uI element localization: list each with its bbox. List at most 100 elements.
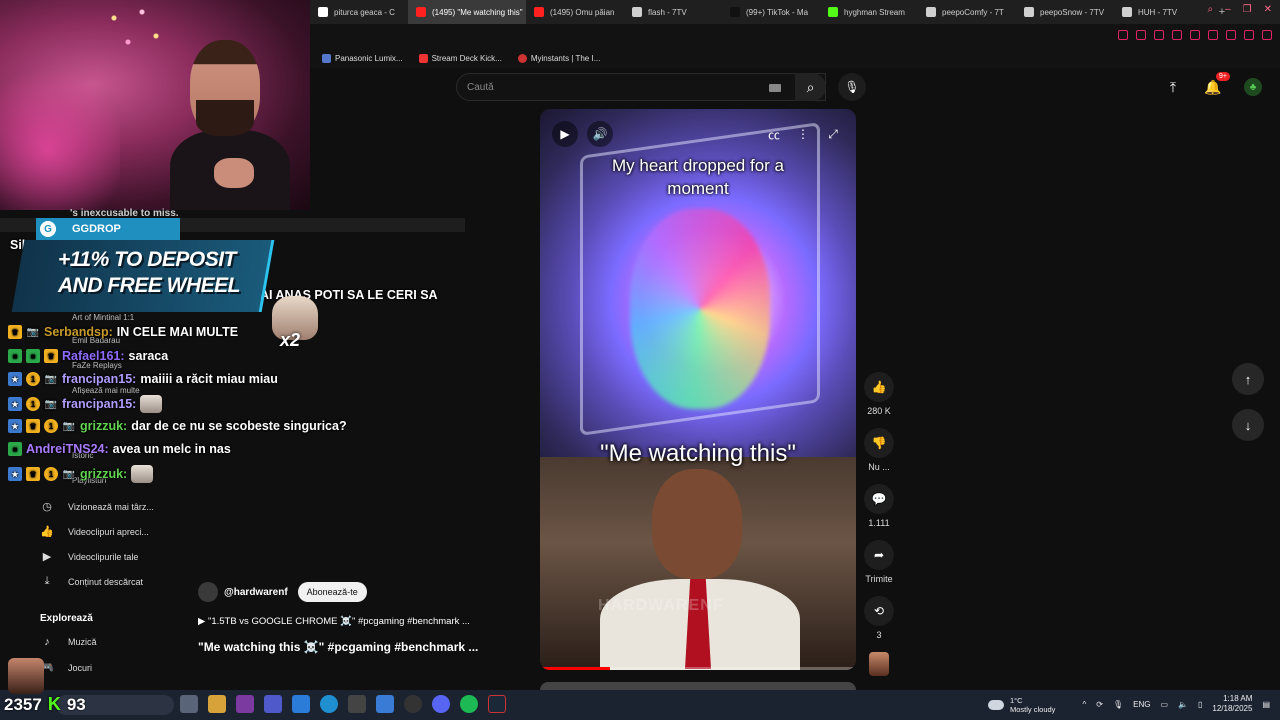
bookmark-myinstants[interactable]: Myinstants | The I...	[517, 53, 601, 63]
shield-icon[interactable]	[1154, 30, 1164, 40]
sidebar-item-liked[interactable]: 👍 Videoclipuri apreci...	[40, 525, 149, 538]
pin-icon[interactable]	[1118, 30, 1128, 40]
close-icon[interactable]: ✕	[1264, 4, 1272, 15]
share-button[interactable]: ➦	[864, 540, 894, 570]
app-icon[interactable]	[292, 695, 310, 713]
short-video-player[interactable]: HARDWARENF My heart dropped for a moment…	[540, 109, 856, 670]
sidebar-item-watch-later[interactable]: ◷ Vizionează mai târz...	[40, 500, 154, 513]
notifications-button[interactable]: 🔔 9+	[1202, 72, 1230, 98]
sidebar-item-music[interactable]: ♪ Muzică	[40, 636, 96, 648]
chat-username[interactable]: Serbandsp:	[44, 325, 113, 339]
volume-button[interactable]: 🔊	[587, 121, 613, 147]
play-icon[interactable]	[1172, 30, 1182, 40]
next-short-button[interactable]: ↓	[1232, 409, 1264, 441]
chat-username[interactable]: grizzuk:	[80, 467, 127, 481]
subscribe-button[interactable]: Abonează-te	[297, 582, 367, 602]
chat-username[interactable]: francipan15:	[62, 372, 136, 386]
music-icon: ♪	[44, 636, 50, 648]
voice-search-button[interactable]: 🎙	[838, 73, 866, 101]
account-button[interactable]: ♣	[1242, 76, 1264, 98]
notifications-tray-icon[interactable]: ▤	[1262, 700, 1270, 709]
fairy-lights	[100, 0, 170, 60]
sync-icon[interactable]: ⟳	[1096, 700, 1103, 709]
like-button[interactable]: 👍	[864, 372, 894, 402]
teams-icon[interactable]	[264, 695, 282, 713]
pink-light-glow	[0, 60, 120, 210]
mic-tray-icon[interactable]: 🎙	[1113, 700, 1123, 709]
avatar: ♣	[1244, 78, 1262, 96]
bookmark-label: Myinstants | The I...	[530, 53, 601, 63]
menu-icon[interactable]	[1262, 30, 1272, 40]
share-icon[interactable]	[1226, 30, 1236, 40]
sidebar-item-your-videos[interactable]: ▶ Videoclipurile tale	[40, 550, 139, 563]
browser-tab[interactable]: hyghman Stream	[820, 0, 918, 24]
browser-tab[interactable]: HUH - 7TV	[1114, 0, 1212, 24]
bookmark-stream-deck[interactable]: Stream Deck Kick...	[418, 53, 502, 63]
channel-handle[interactable]: @hardwarenf	[224, 587, 288, 598]
keyboard-icon[interactable]	[769, 84, 781, 92]
network-icon[interactable]: ▭	[1160, 700, 1168, 709]
browser-tab[interactable]: (99+) TikTok - Ma	[722, 0, 820, 24]
dislike-button[interactable]: 👎	[864, 428, 894, 458]
app-icon[interactable]	[236, 695, 254, 713]
volume-tray-icon[interactable]: 🔈	[1178, 700, 1188, 709]
sidebar-item-gaming[interactable]: 🎮 Jocuri	[40, 661, 92, 674]
battery-icon[interactable]: ▯	[1198, 700, 1202, 709]
edge-icon[interactable]	[320, 695, 338, 713]
play-button[interactable]: ▶	[552, 121, 578, 147]
steam-icon[interactable]	[488, 695, 506, 713]
browser-tab[interactable]: peepoSnow - 7TV	[1016, 0, 1114, 24]
bookmark-panasonic[interactable]: Panasonic Lumix...	[322, 53, 403, 63]
search-button[interactable]: ⌕	[795, 73, 826, 101]
channel-avatar[interactable]	[198, 582, 218, 602]
maximize-icon[interactable]: ❐	[1243, 4, 1252, 15]
more-options-button[interactable]: ⋮	[792, 123, 814, 145]
chevron-up-icon[interactable]: ^	[1082, 700, 1086, 709]
browser-tab[interactable]: peepoComfy - 7T	[918, 0, 1016, 24]
fullscreen-button[interactable]: ⤢	[822, 123, 844, 145]
previous-short-button[interactable]: ↑	[1232, 363, 1264, 395]
download-icon: ⤓	[44, 575, 50, 587]
settings-icon[interactable]	[348, 695, 366, 713]
clock[interactable]: 1:18 AM 12/18/2025	[1212, 694, 1252, 714]
crop-icon[interactable]	[1136, 30, 1146, 40]
browser-tab[interactable]: (1495) "Me watching this"	[408, 0, 526, 24]
browser-tab[interactable]: flash - 7TV	[624, 0, 722, 24]
browser-tab[interactable]: (1495) Omu păian	[526, 0, 624, 24]
chat-username[interactable]: francipan15:	[62, 397, 136, 411]
minimize-icon[interactable]: –	[1225, 4, 1231, 15]
browser-toolbar	[310, 24, 1280, 48]
file-explorer-icon[interactable]	[208, 695, 226, 713]
captions-button[interactable]: ㏄	[763, 123, 785, 145]
search-tabs-icon[interactable]: ⌕	[1207, 4, 1213, 15]
video-progress-bar[interactable]	[540, 667, 856, 670]
thumbs-down-icon: 👎	[871, 436, 887, 450]
profile-icon[interactable]	[1244, 30, 1254, 40]
related-video-link[interactable]: ▶ "1.5TB vs GOOGLE CHROME ☠️" #pcgaming …	[198, 616, 470, 627]
chat-username[interactable]: AndreiTNS24:	[26, 442, 109, 456]
remix-button[interactable]: ⟲	[864, 596, 894, 626]
ggdrop-ad-banner: G GGDROP +11% TO DEPOSIT AND FREE WHEEL	[11, 216, 275, 316]
comments-button[interactable]: 💬	[864, 484, 894, 514]
puzzle-icon[interactable]	[1208, 30, 1218, 40]
chat-username[interactable]: Rafael161:	[62, 349, 125, 363]
ad-brand-tag: G GGDROP	[36, 218, 180, 240]
discord-icon[interactable]	[432, 695, 450, 713]
chat-username[interactable]: grizzuk:	[80, 419, 127, 433]
store-icon[interactable]	[376, 695, 394, 713]
bookmark-label: Stream Deck Kick...	[431, 53, 502, 63]
browser-tab[interactable]: piturca geaca - C	[310, 0, 408, 24]
weather-widget[interactable]: 1°C Mostly cloudy	[988, 696, 1055, 714]
language-indicator[interactable]: ENG	[1133, 700, 1150, 709]
upload-button[interactable]: ⤒	[1162, 76, 1184, 98]
search-input[interactable]: Caută	[456, 73, 826, 101]
spotify-icon[interactable]	[460, 695, 478, 713]
crown-badge-icon: ♛	[44, 349, 58, 363]
chat-message: ★ ♛ 1 📷 grizzuk:	[8, 465, 154, 483]
obs-icon[interactable]	[404, 695, 422, 713]
sidebar-item-downloads[interactable]: ⤓ Conținut descărcat	[40, 575, 143, 588]
sound-thumbnail[interactable]	[869, 652, 889, 676]
heart-icon[interactable]	[1190, 30, 1200, 40]
microphone-icon: 🎙	[844, 80, 860, 94]
task-view-icon[interactable]	[180, 695, 198, 713]
